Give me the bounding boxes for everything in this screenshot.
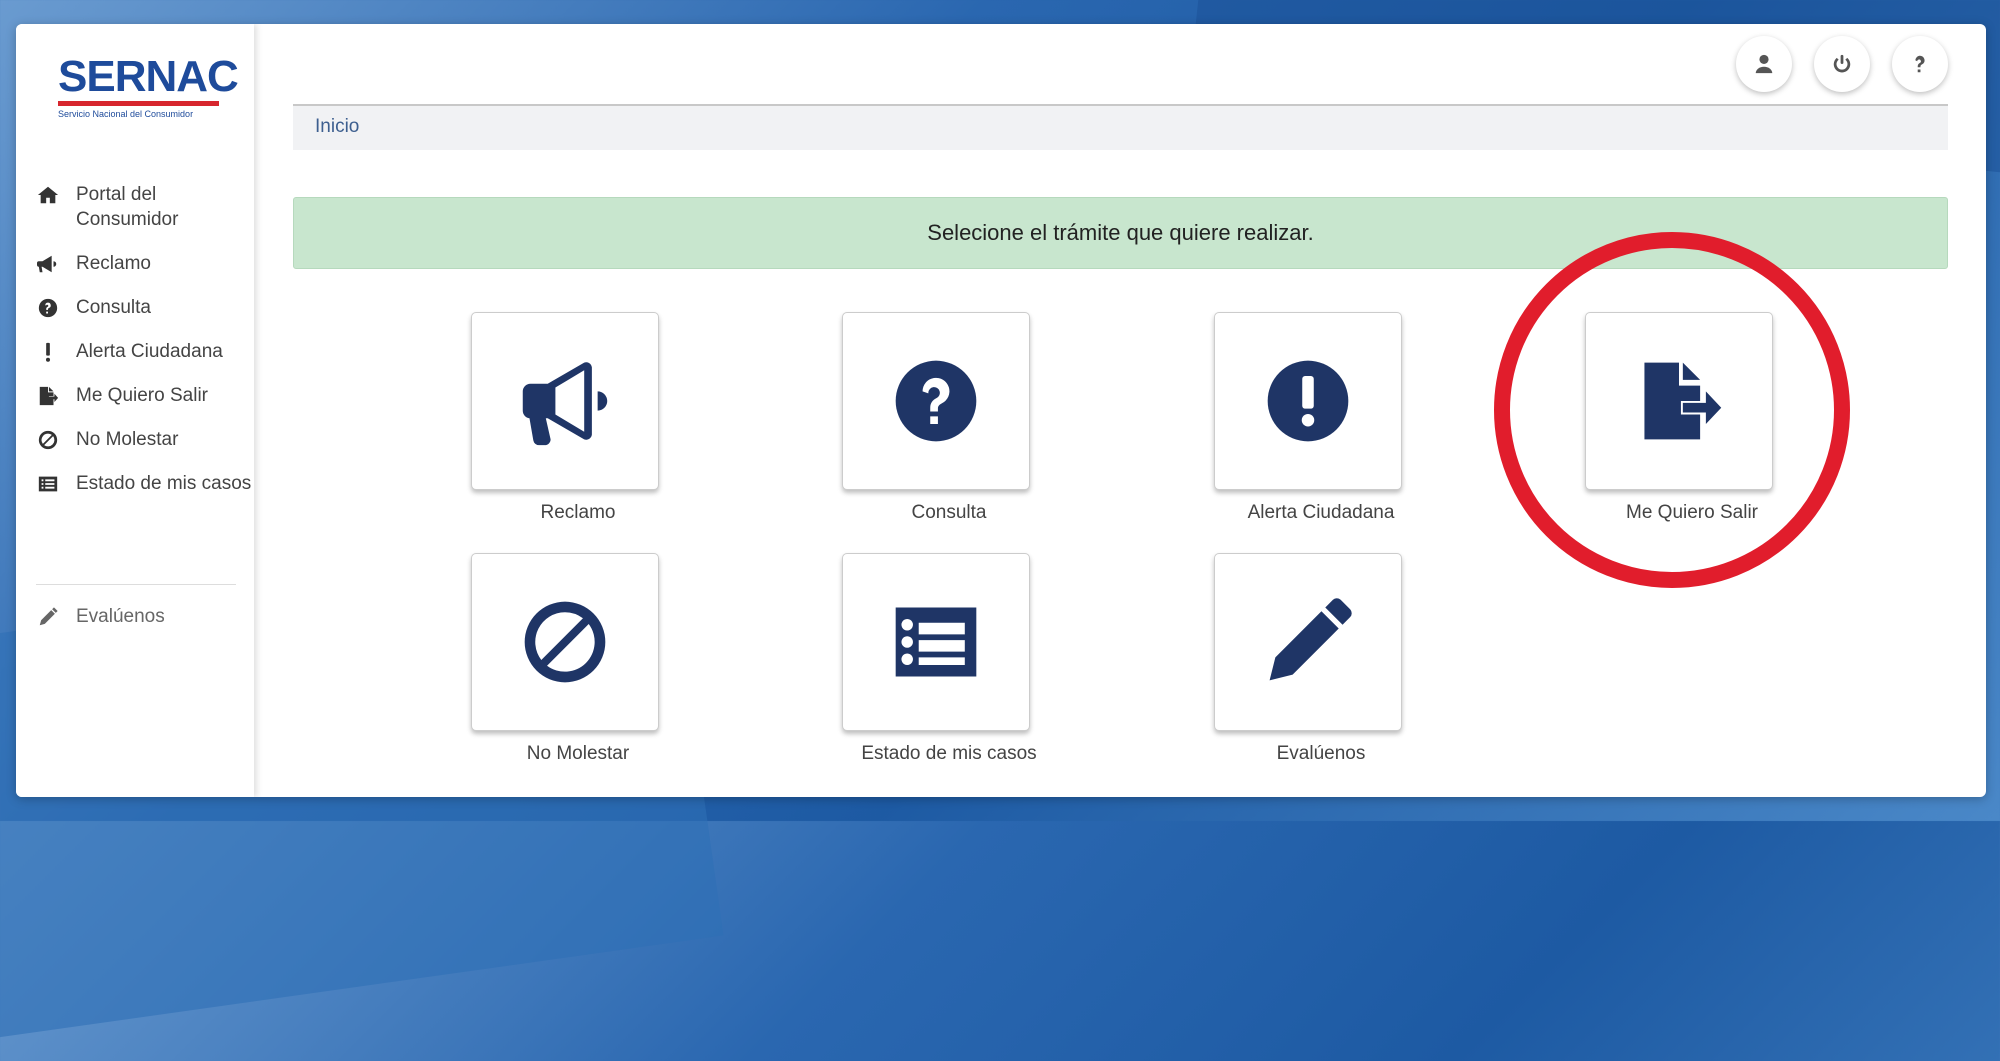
tile-label: Alerta Ciudadana [1247, 502, 1395, 523]
tile-reclamo[interactable] [471, 312, 659, 490]
sidebar-item-alerta[interactable]: Alerta Ciudadana [32, 339, 252, 364]
tile-no-molestar[interactable] [471, 553, 659, 731]
help-button[interactable] [1892, 36, 1948, 92]
exclamation-icon [32, 339, 64, 364]
logo-underline [58, 101, 219, 106]
breadcrumb-home-link[interactable]: Inicio [315, 116, 359, 138]
megaphone-icon [32, 251, 64, 276]
tile-label: Reclamo [540, 502, 616, 523]
user-button[interactable] [1736, 36, 1792, 92]
sidebar-item-label: No Molestar [76, 429, 179, 450]
tile-consulta[interactable] [842, 312, 1030, 490]
sidebar-item-portal[interactable]: Portal del Consumidor [32, 182, 252, 232]
ban-icon [32, 427, 64, 452]
list-alt-icon [32, 471, 64, 496]
file-export-icon [1644, 362, 1722, 440]
question-circle-icon [895, 360, 977, 442]
sidebar-item-label: Consulta [76, 297, 151, 318]
logo-subtitle: Servicio Nacional del Consumidor [58, 109, 194, 119]
logout-button[interactable] [1814, 36, 1870, 92]
pencil-icon [1269, 598, 1352, 681]
help-icon [1915, 55, 1925, 73]
tile-estado-de-mis-casos[interactable] [842, 553, 1030, 731]
user-icon [1755, 54, 1773, 74]
tile-alerta-ciudadana[interactable] [1214, 312, 1402, 490]
alert-text: Selecione el trámite que quiere realizar… [927, 220, 1314, 245]
exclamation-circle-icon [1267, 360, 1349, 442]
sidebar-item-label: Portal del Consumidor [76, 184, 179, 230]
tile-label: Estado de mis casos [861, 743, 1037, 764]
sidebar-item-label: Me Quiero Salir [76, 385, 208, 406]
megaphone-icon [522, 362, 608, 446]
sidebar-item-evaluenos[interactable]: Evalúenos [32, 604, 165, 629]
sidebar-item-label: Evalúenos [76, 606, 165, 627]
sidebar-divider [36, 584, 236, 585]
logo-wordmark: SERNAC [58, 52, 239, 101]
ban-icon [524, 601, 606, 683]
list-alt-icon [895, 607, 977, 677]
tile-evaluenos[interactable] [1214, 553, 1402, 731]
tile-label: No Molestar [526, 743, 630, 764]
power-icon [1833, 54, 1851, 73]
question-circle-icon [32, 295, 64, 320]
sidebar-item-label: Reclamo [76, 253, 151, 274]
tile-label: Consulta [911, 502, 987, 523]
sidebar-nav: Portal del Consumidor Reclamo Consulta A… [32, 182, 252, 515]
home-icon [32, 182, 64, 207]
instruction-alert: Selecione el trámite que quiere realizar… [293, 197, 1948, 269]
sidebar-item-me-quiero-salir[interactable]: Me Quiero Salir [32, 383, 252, 408]
header-actions [1736, 36, 1948, 92]
sidebar-item-reclamo[interactable]: Reclamo [32, 251, 252, 276]
file-export-icon [32, 383, 64, 408]
sidebar-item-consulta[interactable]: Consulta [32, 295, 252, 320]
sidebar-item-estado[interactable]: Estado de mis casos [32, 471, 252, 496]
breadcrumb: Inicio [293, 104, 1948, 150]
tile-label: Me Quiero Salir [1626, 502, 1758, 523]
tile-label: Evalúenos [1276, 743, 1366, 764]
tile-me-quiero-salir[interactable] [1585, 312, 1773, 490]
sidebar-item-no-molestar[interactable]: No Molestar [32, 427, 252, 452]
pencil-icon [32, 604, 64, 629]
app-window: SERNAC Servicio Nacional del Consumidor … [16, 24, 1986, 797]
sidebar-item-label: Alerta Ciudadana [76, 341, 223, 362]
sernac-logo[interactable]: SERNAC Servicio Nacional del Consumidor [58, 52, 239, 119]
sidebar: SERNAC Servicio Nacional del Consumidor … [16, 24, 254, 797]
sidebar-item-label: Estado de mis casos [76, 473, 252, 494]
